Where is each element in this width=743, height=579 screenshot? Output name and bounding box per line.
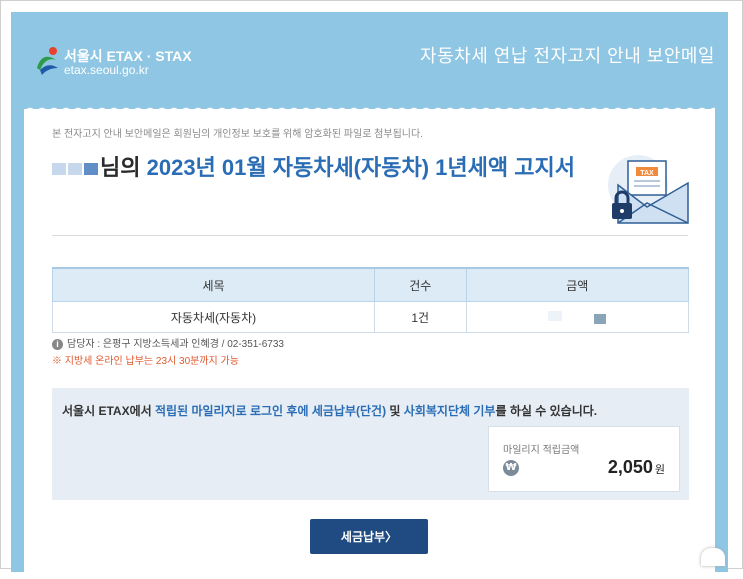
header-count: 건수 (373, 267, 467, 302)
header-title: 자동차세 연납 전자고지 안내 보안메일 (420, 46, 715, 66)
mileage-label: 마일리지 적립금액 (503, 445, 580, 456)
tax-summary-table: 세목 건수 금액 자동차세(자동차) 1건 (52, 267, 689, 333)
divider (52, 235, 688, 236)
header-tax-item: 세목 (52, 267, 375, 302)
table-header-row: 세목 건수 금액 (52, 267, 689, 302)
header-amount: 금액 (465, 267, 689, 302)
security-notice: 본 전자고지 안내 보안메일은 회원님의 개인정보 보호를 위해 암호화된 파일… (52, 129, 423, 140)
seoul-logo-icon (37, 47, 58, 75)
cell-tax-item: 자동차세(자동차) (52, 301, 375, 333)
promo-text: 서울시 ETAX에서 적립된 마일리지로 로그인 후에 세금납부(단건) 및 사… (62, 404, 598, 418)
tax-envelope-icon: TAX (608, 155, 689, 224)
mileage-promo: 서울시 ETAX에서 적립된 마일리지로 로그인 후에 세금납부(단건) 및 사… (52, 388, 689, 500)
masked-name (52, 163, 66, 176)
page-title: 님의 2023년 01월 자동차세(자동차) 1년세액 고지서 (52, 152, 582, 183)
tax-label: TAX (640, 170, 654, 177)
cell-amount-masked (465, 301, 689, 333)
cell-count: 1건 (373, 301, 467, 333)
info-icon: i (52, 339, 63, 350)
mileage-value: 2,050 원 (607, 457, 665, 477)
contact-info: i 담당자 : 은평구 지방소득세과 인혜경 / 02-351-6733 (52, 335, 284, 350)
won-icon: ₩ (503, 460, 519, 476)
scroll-corner-handle (701, 548, 725, 566)
logo-url: etax.seoul.go.kr (64, 63, 149, 77)
payment-deadline-warning: ※ 지방세 온라인 납부는 23시 30분까지 가능 (52, 356, 239, 367)
mileage-box: 마일리지 적립금액 ₩ 2,050 원 (488, 426, 680, 492)
table-row: 자동차세(자동차) 1건 (52, 301, 689, 333)
title-highlight: 2023년 01월 자동차세(자동차) 1년세액 고지서 (146, 155, 575, 180)
pay-tax-button[interactable]: 세금납부〉 (310, 519, 428, 554)
scalloped-edge (24, 101, 715, 113)
